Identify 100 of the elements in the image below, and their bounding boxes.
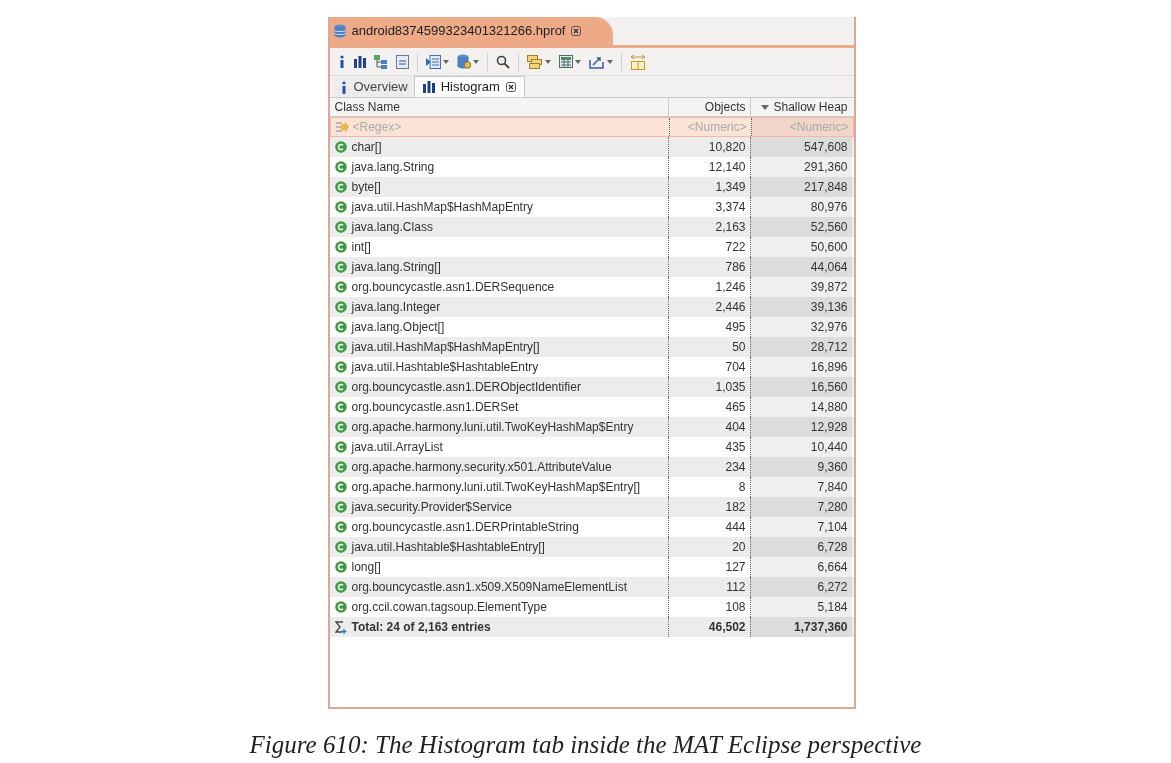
document-icon <box>395 54 409 69</box>
table-cell-text: 28,712 <box>810 339 848 356</box>
class-icon <box>334 421 347 433</box>
class-name: java.util.HashMap$HashMapEntry[] <box>351 339 540 356</box>
class-icon <box>334 141 347 153</box>
table-cell-text: 52,560 <box>810 219 848 236</box>
table-cell-text: 404 <box>725 419 746 436</box>
database-icon <box>333 24 346 38</box>
table-cell-text: 8 <box>738 479 746 496</box>
class-icon <box>334 401 347 413</box>
class-name: long[] <box>351 559 381 576</box>
caret-icon <box>544 59 551 64</box>
editor-tab[interactable]: android8374599323401321266.hprof <box>329 17 614 45</box>
class-icon <box>334 201 347 213</box>
caret-icon <box>606 59 613 64</box>
class-icon <box>334 561 347 573</box>
class-name: org.bouncycastle.asn1.x509.X509NameElementList <box>351 579 627 596</box>
class-icon <box>334 581 347 593</box>
table-cell-text: 547,608 <box>804 139 848 156</box>
caret-icon <box>574 59 581 64</box>
close-icon[interactable] <box>505 82 516 92</box>
class-icon <box>334 321 347 333</box>
table-cell-text: 704 <box>725 359 746 376</box>
class-name: java.lang.Integer <box>351 299 441 316</box>
class-name: org.bouncycastle.asn1.DERObjectIdentifier <box>351 379 581 396</box>
class-name: java.lang.Object[] <box>351 319 445 336</box>
table-cell-text: 80,976 <box>810 199 848 216</box>
table-cell-text: 1,246 <box>715 279 746 296</box>
class-name: org.bouncycastle.asn1.DERSequence <box>351 279 555 296</box>
sum-icon <box>334 620 347 634</box>
table-cell-text: 39,136 <box>810 299 848 316</box>
table-cell-text: 32,976 <box>810 319 848 336</box>
class-name: java.security.Provider$Service <box>351 499 512 516</box>
table-cell-text: 1,349 <box>715 179 746 196</box>
resize-columns-icon <box>629 53 646 70</box>
class-icon <box>334 181 347 193</box>
table-cell-text: 44,064 <box>810 259 848 276</box>
stacked-folders-icon <box>526 54 543 69</box>
class-name: java.lang.String <box>351 159 435 176</box>
class-icon <box>334 261 347 273</box>
class-name: org.bouncycastle.asn1.DERSet <box>351 399 519 416</box>
sort-arrow-icon <box>761 104 770 110</box>
bar-chart-icon <box>422 81 435 93</box>
table-cell-text: 444 <box>725 519 746 536</box>
table-cell-text: 12,928 <box>810 419 848 436</box>
view-tab[interactable]: Histogram <box>413 76 525 97</box>
column-header[interactable]: Objects <box>667 98 750 116</box>
column-header[interactable]: Class Name <box>329 98 668 116</box>
class-name: org.bouncycastle.asn1.DERPrintableString <box>351 519 579 536</box>
table-cell-text: 2,163 <box>715 219 746 236</box>
class-icon <box>334 221 347 233</box>
grid-icon <box>558 55 573 68</box>
table-cell-text: 16,560 <box>810 379 848 396</box>
class-name: java.lang.String[] <box>351 259 441 276</box>
table-cell-text: 108 <box>725 599 746 616</box>
class-name: byte[] <box>351 179 381 196</box>
search-icon <box>495 54 510 69</box>
table-cell-text: 9,360 <box>817 459 848 476</box>
table-cell-text: 182 <box>725 499 746 516</box>
caret-icon <box>472 59 479 64</box>
class-name: org.apache.harmony.security.x501.AttributeValue <box>351 459 612 476</box>
table-cell-text: 6,728 <box>817 539 848 556</box>
list-icon <box>425 54 441 69</box>
table-cell-text: 20 <box>732 539 746 556</box>
class-icon <box>334 281 347 293</box>
class-icon <box>334 381 347 393</box>
class-icon <box>334 541 347 553</box>
table-cell-text: 12,140 <box>708 159 746 176</box>
table-cell-text: 1,737,360 <box>794 619 848 636</box>
table-cell-text: 217,848 <box>804 179 848 196</box>
table-cell-text: 722 <box>725 239 746 256</box>
table-cell-text: 2,446 <box>715 299 746 316</box>
class-name: int[] <box>351 239 371 256</box>
class-name: org.ccil.cowan.tagsoup.ElementType <box>351 599 547 616</box>
table-cell-text: 7,280 <box>817 499 848 516</box>
class-icon <box>334 341 347 353</box>
table-cell-text: 1,035 <box>715 379 746 396</box>
class-icon <box>334 161 347 173</box>
table-cell-text: 3,374 <box>715 199 746 216</box>
table-cell-text: 5,184 <box>817 599 848 616</box>
tree-icon <box>373 54 388 69</box>
table-cell-text: 465 <box>725 399 746 416</box>
table-cell-text: 435 <box>725 439 746 456</box>
table-cell-text: 10,820 <box>708 139 746 156</box>
table-cell-text: 495 <box>725 319 746 336</box>
total-label: Total: 24 of 2,163 entries <box>351 619 491 636</box>
class-name: org.apache.harmony.luni.util.TwoKeyHashMap$Entry <box>351 419 634 436</box>
table-cell-text: 127 <box>725 559 746 576</box>
class-icon <box>334 301 347 313</box>
class-name: java.lang.Class <box>351 219 433 236</box>
column-header[interactable]: Shallow Heap <box>749 98 852 116</box>
table-cell-text: 39,872 <box>810 279 848 296</box>
table-cell-text: 10,440 <box>810 439 848 456</box>
table-cell-text: 291,360 <box>804 159 848 176</box>
close-icon[interactable] <box>571 26 582 36</box>
table-cell-text: 7,840 <box>817 479 848 496</box>
table-cell-text: 6,272 <box>817 579 848 596</box>
view-tab[interactable]: Overview <box>333 77 414 97</box>
class-icon <box>334 501 347 513</box>
figure-caption: Figure 610: The Histogram tab inside the MAT Eclipse perspective <box>249 730 922 760</box>
